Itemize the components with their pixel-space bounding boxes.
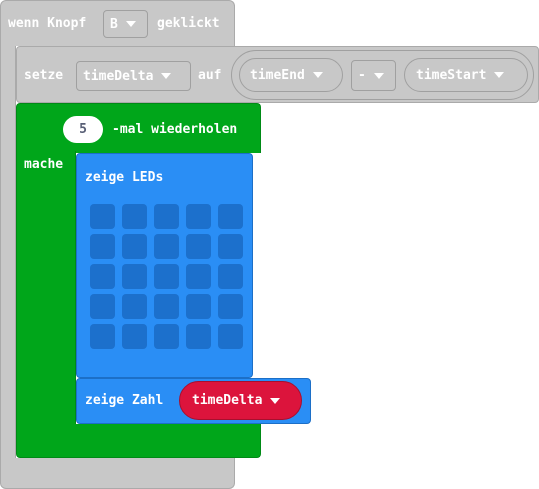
button-select-dropdown[interactable]: B — [103, 10, 148, 38]
event-block-body — [0, 46, 16, 460]
variable-reporter[interactable]: timeDelta — [179, 381, 302, 420]
chevron-down-icon — [312, 72, 323, 78]
led-matrix[interactable] — [90, 204, 245, 351]
repeat-count-value: 5 — [79, 122, 87, 137]
led-cell[interactable] — [186, 264, 211, 289]
left-operand-value: timeEnd — [250, 67, 305, 83]
chevron-down-icon — [161, 73, 172, 79]
led-cell[interactable] — [90, 264, 115, 289]
led-cell[interactable] — [154, 234, 179, 259]
left-operand-dropdown[interactable]: timeEnd — [239, 58, 343, 92]
set-variable-dropdown[interactable]: timeDelta — [76, 61, 191, 91]
operator-value: - — [358, 68, 366, 83]
right-operand-dropdown[interactable]: timeStart — [404, 58, 528, 92]
led-cell[interactable] — [218, 204, 243, 229]
do-label: mache — [24, 157, 64, 172]
led-cell[interactable] — [154, 264, 179, 289]
event-suffix-label: geklickt — [157, 16, 220, 31]
event-block-footer — [0, 458, 235, 489]
repeat-block-arm — [16, 151, 76, 426]
led-cell[interactable] — [186, 324, 211, 349]
variable-reporter-value: timeDelta — [192, 393, 263, 408]
repeat-label: -mal wiederholen — [112, 122, 238, 137]
show-leds-label: zeige LEDs — [85, 170, 164, 185]
chevron-down-icon — [270, 397, 281, 404]
led-cell[interactable] — [218, 234, 243, 259]
led-cell[interactable] — [154, 324, 179, 349]
repeat-block-footer — [16, 424, 261, 458]
led-cell[interactable] — [122, 294, 147, 319]
led-cell[interactable] — [218, 294, 243, 319]
button-select-value: B — [110, 16, 118, 32]
event-prefix-label: wenn Knopf — [8, 16, 87, 31]
set-label: setze — [24, 68, 64, 83]
operator-dropdown[interactable]: - — [351, 60, 396, 91]
led-cell[interactable] — [218, 324, 243, 349]
led-cell[interactable] — [186, 204, 211, 229]
led-cell[interactable] — [90, 294, 115, 319]
led-cell[interactable] — [154, 204, 179, 229]
led-cell[interactable] — [218, 264, 243, 289]
led-cell[interactable] — [122, 204, 147, 229]
led-cell[interactable] — [122, 324, 147, 349]
repeat-count-input[interactable]: 5 — [63, 116, 103, 143]
led-cell[interactable] — [90, 234, 115, 259]
led-cell[interactable] — [90, 324, 115, 349]
chevron-down-icon — [125, 21, 136, 27]
to-label: auf — [198, 68, 222, 83]
led-cell[interactable] — [122, 234, 147, 259]
chevron-down-icon — [373, 72, 384, 79]
led-cell[interactable] — [186, 294, 211, 319]
led-cell[interactable] — [90, 204, 115, 229]
chevron-down-icon — [494, 72, 505, 78]
led-cell[interactable] — [154, 294, 179, 319]
right-operand-value: timeStart — [416, 67, 487, 83]
led-cell[interactable] — [122, 264, 147, 289]
show-number-label: zeige Zahl — [85, 393, 164, 408]
led-cell[interactable] — [186, 234, 211, 259]
set-variable-value: timeDelta — [83, 68, 154, 84]
